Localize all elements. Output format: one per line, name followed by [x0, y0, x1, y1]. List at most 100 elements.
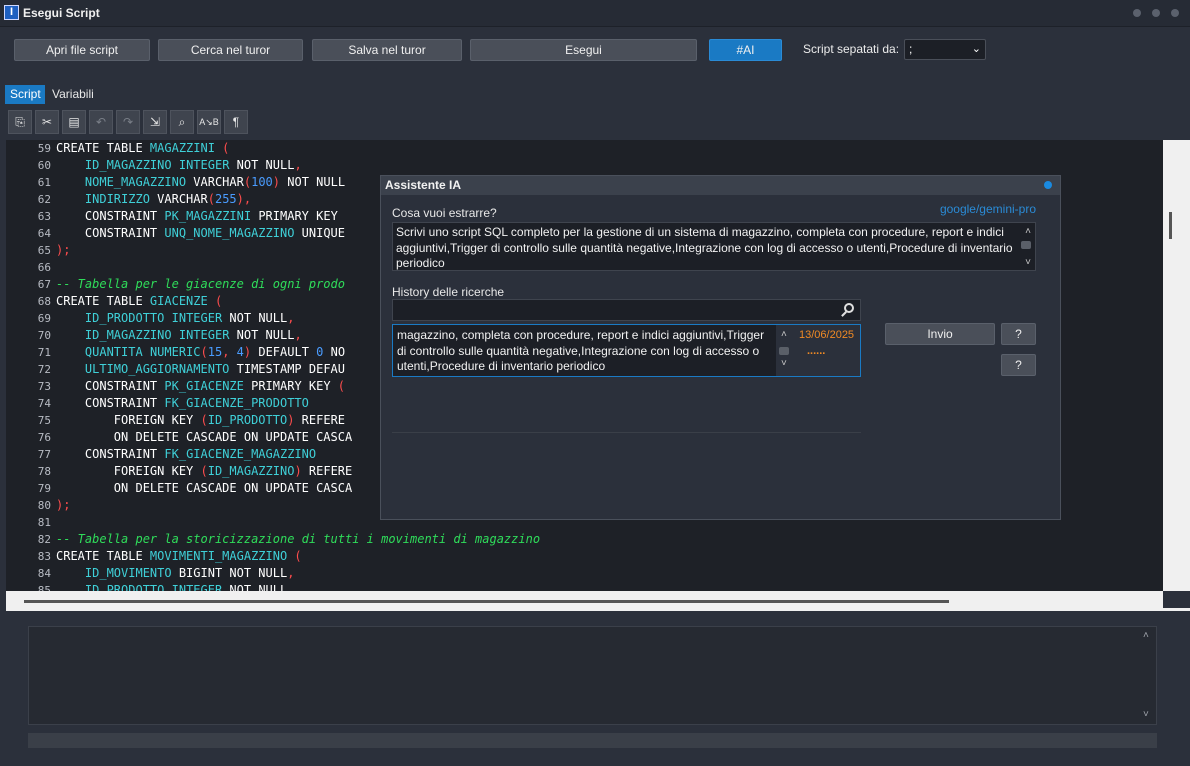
- separator-label: Script sepatati da:: [803, 42, 900, 56]
- redo-icon[interactable]: ↷: [116, 110, 140, 134]
- code-text: ID_PRODOTTO INTEGER NOT NULL: [84, 583, 288, 591]
- line-number: 82: [37, 533, 51, 546]
- line-number: 59: [37, 142, 51, 155]
- history-search[interactable]: [392, 299, 861, 321]
- line-number: 61: [37, 176, 51, 189]
- code-text: CREATE TABLE MOVIMENTI_MAGAZZINO (: [56, 549, 302, 563]
- status-bar: [28, 733, 1157, 748]
- prompt-textarea[interactable]: Scrivi uno script SQL completo per la ge…: [392, 222, 1036, 271]
- code-text: CONSTRAINT PK_MAGAZZINI PRIMARY KEY: [84, 209, 338, 223]
- dialog-divider: [392, 432, 861, 433]
- line-number: 69: [37, 312, 51, 325]
- code-text: ID_MAGAZZINO INTEGER NOT NULL,: [84, 328, 302, 342]
- code-text: -- Tabella per la storicizzazione di tut…: [56, 532, 541, 546]
- line-number: 77: [37, 448, 51, 461]
- line-number: 83: [37, 550, 51, 563]
- separator-value: ;: [909, 42, 913, 56]
- line-number: 67: [37, 278, 51, 291]
- line-number: 78: [37, 465, 51, 478]
- console-scroll-up-icon[interactable]: ˄: [1143, 630, 1149, 641]
- paragraph-icon[interactable]: ¶: [224, 110, 248, 134]
- editor-horizontal-scroll-thumb[interactable]: [24, 600, 949, 603]
- line-number: 84: [37, 567, 51, 580]
- editor-vertical-scroll-thumb[interactable]: [1169, 212, 1172, 239]
- editor-vertical-scrollbar[interactable]: [1163, 140, 1190, 591]
- line-number: 73: [37, 380, 51, 393]
- line-number: 85: [37, 584, 51, 591]
- prompt-scroll-down-icon[interactable]: ˅: [1025, 255, 1031, 270]
- line-number: 66: [37, 261, 51, 274]
- code-text: CONSTRAINT PK_GIACENZE PRIMARY KEY (: [84, 379, 346, 393]
- prompt-scroll-thumb[interactable]: [1021, 241, 1031, 249]
- line-number: 75: [37, 414, 51, 427]
- history-list[interactable]: magazzino, completa con procedure, repor…: [392, 324, 861, 377]
- line-number: 74: [37, 397, 51, 410]
- history-search-input[interactable]: [395, 302, 839, 320]
- code-text: );: [56, 243, 71, 257]
- title-bar: I Esegui Script: [0, 0, 1190, 27]
- code-text: ON DELETE CASCADE ON UPDATE CASCA: [113, 430, 353, 444]
- prompt-scroll-up-icon[interactable]: ˄: [1025, 224, 1031, 240]
- save-tutor-button[interactable]: Salva nel turor: [312, 39, 462, 61]
- code-text: -- Tabella per le giacenze di ogni prodo: [56, 277, 345, 291]
- code-text: ULTIMO_AGGIORNAMENTO TIMESTAMP DEFAU: [84, 362, 345, 376]
- history-item-more[interactable]: ......: [807, 345, 825, 357]
- ai-button[interactable]: #AI: [709, 39, 782, 61]
- code-text: CONSTRAINT FK_GIACENZE_MAGAZZINO: [84, 447, 317, 461]
- close-icon[interactable]: [1171, 9, 1179, 17]
- tab-variables[interactable]: Variabili: [47, 85, 94, 104]
- line-number: 81: [37, 516, 51, 529]
- code-text: CREATE TABLE GIACENZE (: [56, 294, 223, 308]
- open-script-button[interactable]: Apri file script: [14, 39, 150, 61]
- model-name[interactable]: google/gemini-pro: [940, 202, 1036, 216]
- console-scroll-down-icon[interactable]: ˅: [1143, 709, 1149, 720]
- find-icon[interactable]: ⌕: [170, 110, 194, 134]
- maximize-icon[interactable]: [1152, 9, 1160, 17]
- line-number: 80: [37, 499, 51, 512]
- tab-script[interactable]: Script: [5, 85, 45, 104]
- run-button[interactable]: Esegui: [470, 39, 697, 61]
- dialog-title-bar: Assistente IA: [381, 176, 1060, 195]
- help-button-1[interactable]: ?: [1001, 323, 1036, 345]
- output-console[interactable]: [28, 626, 1157, 725]
- code-text: CREATE TABLE MAGAZZINI (: [56, 141, 230, 155]
- history-item-text[interactable]: magazzino, completa con procedure, repor…: [393, 325, 776, 376]
- cut-icon[interactable]: ✂: [35, 110, 59, 134]
- line-number: 72: [37, 363, 51, 376]
- code-text: CONSTRAINT UNQ_NOME_MAGAZZINO UNIQUE: [84, 226, 346, 240]
- send-button[interactable]: Invio: [885, 323, 995, 345]
- minimize-icon[interactable]: [1133, 9, 1141, 17]
- paste-icon[interactable]: ▤: [62, 110, 86, 134]
- line-number: 65: [37, 244, 51, 257]
- copy-icon[interactable]: ⎘: [8, 110, 32, 134]
- help-button-2[interactable]: ?: [1001, 354, 1036, 376]
- chevron-down-icon: ⌄: [971, 43, 981, 55]
- dialog-title: Assistente IA: [385, 178, 462, 192]
- select-icon[interactable]: ⇲: [143, 110, 167, 134]
- search-icon[interactable]: [844, 303, 854, 313]
- code-text: ON DELETE CASCADE ON UPDATE CASCA: [113, 481, 353, 495]
- separator-select[interactable]: ; ⌄: [904, 39, 986, 60]
- history-scroll-down-icon[interactable]: ˅: [781, 358, 856, 369]
- history-scroll-thumb[interactable]: [779, 347, 789, 355]
- code-text: FOREIGN KEY (ID_MAGAZZINO) REFERE: [113, 464, 353, 478]
- line-number: 64: [37, 227, 51, 240]
- search-tutor-button[interactable]: Cerca nel turor: [158, 39, 303, 61]
- dialog-close-icon[interactable]: [1044, 181, 1052, 189]
- replace-icon[interactable]: A↘B: [197, 110, 221, 134]
- code-text: ID_PRODOTTO INTEGER NOT NULL,: [84, 311, 295, 325]
- line-number: 76: [37, 431, 51, 444]
- code-text: INDIRIZZO VARCHAR(255),: [84, 192, 252, 206]
- prompt-text: Scrivi uno script SQL completo per la ge…: [396, 225, 1013, 270]
- line-number: 71: [37, 346, 51, 359]
- line-number: 70: [37, 329, 51, 342]
- line-number: 79: [37, 482, 51, 495]
- question-label: Cosa vuoi estrarre?: [392, 206, 497, 220]
- editor-bottom-border: [6, 608, 1190, 611]
- code-text: ID_MAGAZZINO INTEGER NOT NULL,: [84, 158, 302, 172]
- code-text: QUANTITA NUMERIC(15, 4) DEFAULT 0 NO: [84, 345, 346, 359]
- history-label: History delle ricerche: [392, 285, 505, 299]
- code-text: FOREIGN KEY (ID_PRODOTTO) REFERE: [113, 413, 346, 427]
- app-icon: I: [4, 5, 19, 20]
- undo-icon[interactable]: ↶: [89, 110, 113, 134]
